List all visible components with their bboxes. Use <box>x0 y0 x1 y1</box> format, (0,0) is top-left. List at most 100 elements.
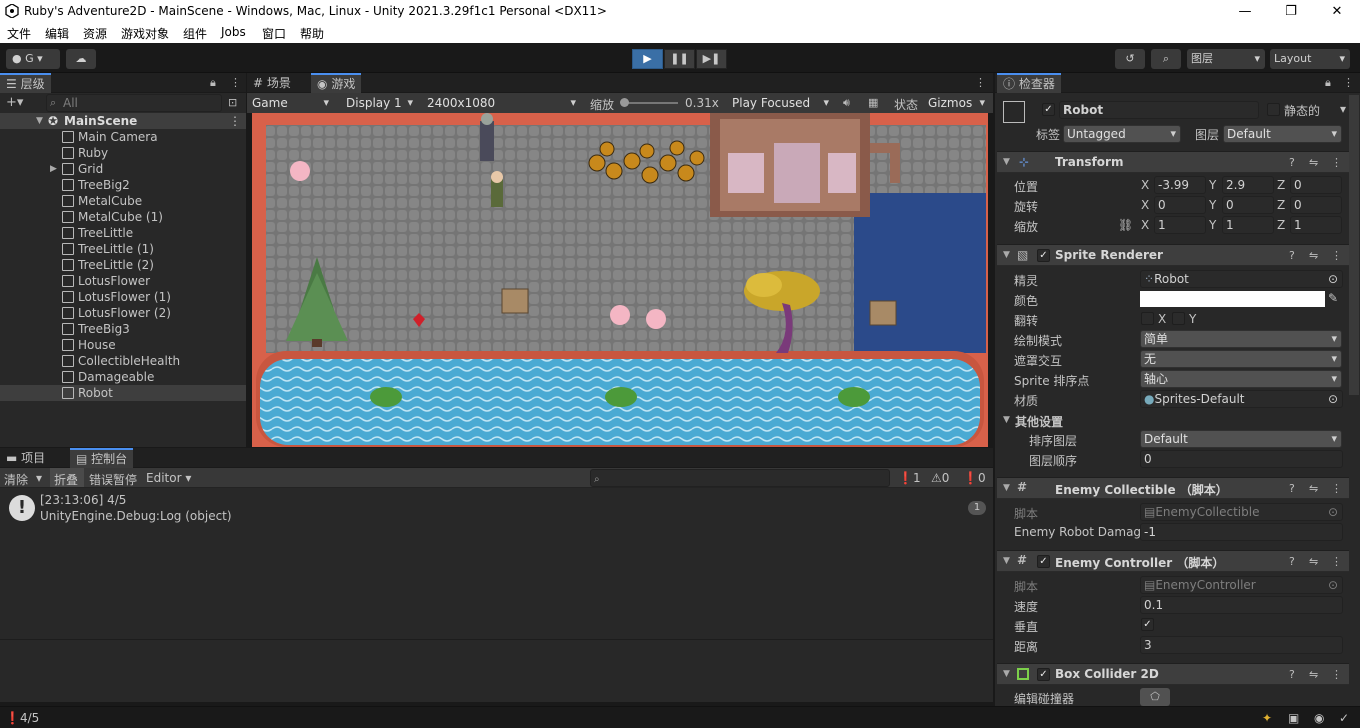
menu-file[interactable]: 文件 <box>7 25 31 42</box>
tab-project[interactable]: ▬ 项目 <box>0 448 51 468</box>
hierarchy-item[interactable]: TreeLittle <box>0 225 246 241</box>
expand-arrow-icon[interactable]: ▼ <box>1003 415 1010 425</box>
help-icon[interactable]: ? <box>1289 668 1295 681</box>
static-checkbox[interactable] <box>1267 103 1280 116</box>
speed-input[interactable]: 0.1 <box>1140 596 1343 614</box>
edit-collider-button[interactable]: ⬠ <box>1140 688 1170 706</box>
preset-icon[interactable]: ⇋ <box>1309 156 1318 169</box>
transform-rotation-y-input[interactable]: 0 <box>1222 196 1274 214</box>
sorting-layer-dropdown[interactable]: Default <box>1140 430 1342 448</box>
menu-edit[interactable]: 编辑 <box>45 25 69 42</box>
axis-z-label[interactable]: Z <box>1277 218 1285 232</box>
transform-position-x-input[interactable]: -3.99 <box>1154 176 1206 194</box>
tab-console[interactable]: ▤ 控制台 <box>70 448 134 468</box>
sprite-renderer-header[interactable]: ▼ ▧ ✓ Sprite Renderer ? ⇋ ⋮ <box>997 244 1349 266</box>
sort-point-dropdown[interactable]: 轴心 <box>1140 370 1342 388</box>
hierarchy-item[interactable]: TreeBig3 <box>0 321 246 337</box>
hierarchy-search-input[interactable]: All <box>46 94 222 112</box>
axis-z-label[interactable]: Z <box>1277 178 1285 192</box>
console-search-input[interactable]: ⌕ <box>590 469 890 487</box>
material-field[interactable]: ●Sprites-Default ⊙ <box>1140 390 1343 408</box>
error-count-toggle[interactable]: ❗0 <box>963 471 986 485</box>
axis-x-label[interactable]: X <box>1141 218 1149 232</box>
menu-assets[interactable]: 资源 <box>83 25 107 42</box>
pause-button[interactable]: ❚❚ <box>664 49 695 69</box>
help-icon[interactable]: ? <box>1289 249 1295 262</box>
hierarchy-item[interactable]: CollectibleHealth <box>0 353 246 369</box>
stats-toggle[interactable]: 状态 <box>894 96 918 113</box>
help-icon[interactable]: ? <box>1289 482 1295 495</box>
gameobject-cube-icon[interactable] <box>1003 101 1025 123</box>
game-mode-dropdown[interactable]: Game <box>248 94 334 112</box>
box-collider-enabled-checkbox[interactable]: ✓ <box>1037 668 1050 681</box>
menu-jobs[interactable]: Jobs <box>221 25 246 39</box>
clear-button[interactable]: 清除 <box>4 471 28 488</box>
transform-position-y-input[interactable]: 2.9 <box>1222 176 1274 194</box>
static-dropdown-icon[interactable]: ▾ <box>1340 102 1346 116</box>
enemy-robot-damage-input[interactable]: -1 <box>1140 523 1343 541</box>
status-message[interactable]: 4/5 <box>20 711 39 725</box>
enemy-collectible-header[interactable]: ▼ # Enemy Collectible （脚本） ? ⇋ ⋮ <box>997 477 1349 499</box>
preset-icon[interactable]: ⇋ <box>1309 482 1318 495</box>
minimize-button[interactable]: — <box>1222 2 1268 21</box>
constrain-proportions-icon[interactable]: ⛓ <box>1118 218 1133 232</box>
transform-rotation-x-input[interactable]: 0 <box>1154 196 1206 214</box>
add-icon[interactable]: +▾ <box>6 95 23 110</box>
menu-help[interactable]: 帮助 <box>300 25 324 42</box>
other-settings-foldout[interactable]: 其他设置 <box>1015 413 1063 430</box>
expand-arrow-icon[interactable]: ▼ <box>1003 157 1010 167</box>
editor-dropdown[interactable]: Editor ▾ <box>146 471 191 485</box>
hierarchy-item[interactable]: LotusFlower (2) <box>0 305 246 321</box>
hierarchy-item[interactable]: TreeLittle (2) <box>0 257 246 273</box>
expand-arrow-icon[interactable]: ▼ <box>36 113 43 129</box>
more-icon[interactable]: ⋮ <box>1343 76 1354 89</box>
enemy-controller-header[interactable]: ▼ # ✓ Enemy Controller （脚本） ? ⇋ ⋮ <box>997 550 1349 572</box>
display-dropdown[interactable]: Display 1 <box>342 94 418 112</box>
warning-count-toggle[interactable]: ⚠0 <box>931 471 949 485</box>
hierarchy-item[interactable]: LotusFlower (1) <box>0 289 246 305</box>
sprite-field[interactable]: ⁘Robot ⊙ <box>1140 270 1343 288</box>
layer-dropdown[interactable]: Default <box>1223 125 1342 143</box>
axis-y-label[interactable]: Y <box>1209 178 1216 192</box>
error-pause-button[interactable]: 错误暂停 <box>89 471 137 488</box>
tab-inspector[interactable]: ⓘ 检查器 <box>997 73 1061 93</box>
hierarchy-item[interactable]: LotusFlower <box>0 273 246 289</box>
more-icon[interactable]: ⋮ <box>229 113 241 129</box>
transform-scale-x-input[interactable]: 1 <box>1154 216 1206 234</box>
expand-arrow-icon[interactable]: ▼ <box>1003 250 1010 260</box>
inspector-scrollbar[interactable] <box>1349 95 1359 395</box>
clear-options-icon[interactable]: ▾ <box>36 471 42 485</box>
tab-game[interactable]: ◉ 游戏 <box>311 73 362 93</box>
hierarchy-item[interactable]: Damageable <box>0 369 246 385</box>
enemy-controller-enabled-checkbox[interactable]: ✓ <box>1037 555 1050 568</box>
tab-hierarchy[interactable]: ☰ 层级 <box>0 73 51 93</box>
object-picker-icon[interactable]: ⊙ <box>1328 391 1338 407</box>
filter-icon[interactable]: ⊡ <box>228 96 237 109</box>
play-button[interactable]: ▶ <box>632 49 663 69</box>
play-mode-dropdown[interactable]: Play Focused <box>728 94 834 112</box>
cache-icon[interactable]: ▣ <box>1288 711 1299 725</box>
console-divider[interactable] <box>0 639 993 640</box>
hierarchy-item[interactable]: MetalCube (1) <box>0 209 246 225</box>
preset-icon[interactable]: ⇋ <box>1309 668 1318 681</box>
flip-x-checkbox[interactable] <box>1141 312 1154 325</box>
transform-rotation-z-input[interactable]: 0 <box>1290 196 1342 214</box>
draw-mode-dropdown[interactable]: 简单 <box>1140 330 1342 348</box>
object-picker-icon[interactable]: ⊙ <box>1328 271 1338 287</box>
axis-x-label[interactable]: X <box>1141 198 1149 212</box>
cloud-button[interactable]: ☁ <box>66 49 96 69</box>
menu-component[interactable]: 组件 <box>183 25 207 42</box>
preset-icon[interactable]: ⇋ <box>1309 249 1318 262</box>
gizmos-dropdown[interactable]: Gizmos <box>924 94 990 112</box>
step-button[interactable]: ▶❚ <box>696 49 727 69</box>
hierarchy-item[interactable]: Robot <box>0 385 246 401</box>
more-icon[interactable]: ⋮ <box>1331 249 1342 262</box>
sprite-renderer-enabled-checkbox[interactable]: ✓ <box>1037 249 1050 262</box>
menu-window[interactable]: 窗口 <box>262 25 286 42</box>
layers-dropdown[interactable]: 图层 ▾ <box>1187 49 1265 69</box>
hierarchy-item[interactable]: MetalCube <box>0 193 246 209</box>
menu-gameobject[interactable]: 游戏对象 <box>121 25 169 42</box>
transform-scale-z-input[interactable]: 1 <box>1290 216 1342 234</box>
scale-slider-handle[interactable] <box>620 98 629 107</box>
transform-position-z-input[interactable]: 0 <box>1290 176 1342 194</box>
